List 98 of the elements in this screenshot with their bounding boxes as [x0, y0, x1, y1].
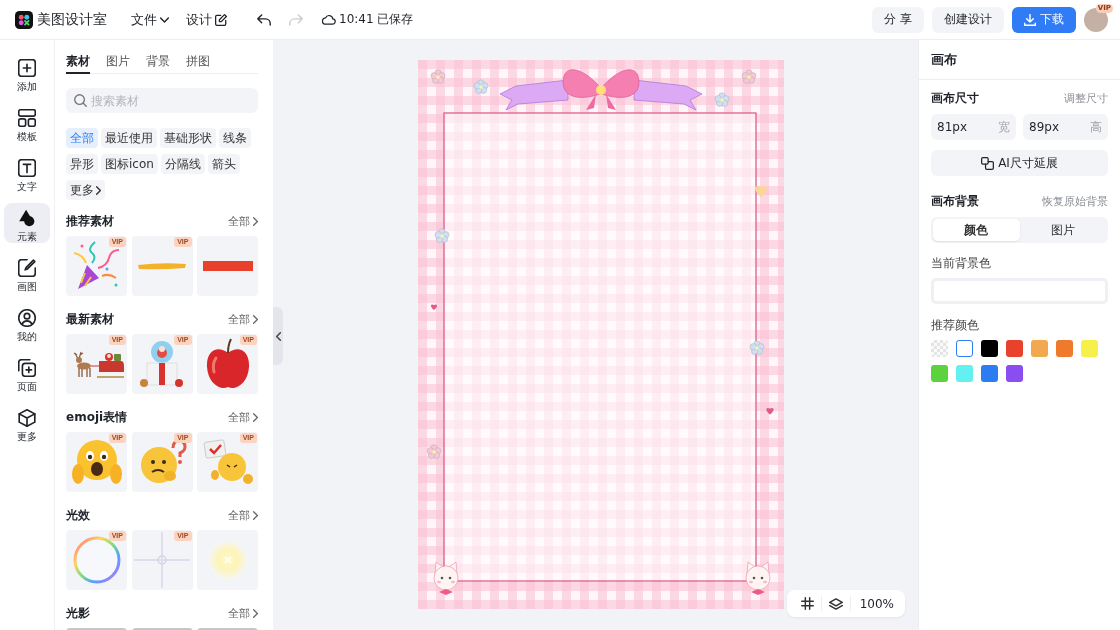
- layout-icon: [18, 109, 36, 127]
- transparent-swatch[interactable]: [931, 340, 948, 357]
- rail-item[interactable]: 添加: [4, 53, 50, 93]
- action-button[interactable]: 分 享: [872, 6, 924, 33]
- rail-item[interactable]: 模板: [4, 103, 50, 143]
- color-swatch[interactable]: [981, 365, 998, 382]
- segment-tab[interactable]: 颜色: [933, 219, 1020, 241]
- sparkle-drawing: [134, 532, 190, 588]
- brush-stroke-drawing: [138, 262, 186, 270]
- bubble-ring-drawing: [72, 536, 121, 584]
- rail-item[interactable]: 画图: [4, 253, 50, 293]
- section-title: 推荐素材: [66, 212, 114, 230]
- chevron-right-icon: [96, 185, 101, 195]
- chevron-down-icon: [160, 16, 169, 23]
- save-status: 10:41 已保存: [339, 11, 414, 28]
- size-field[interactable]: 89px 高: [1023, 114, 1108, 140]
- field-label: 推荐颜色: [931, 318, 980, 332]
- color-swatch[interactable]: [981, 340, 998, 357]
- menu-button[interactable]: 文件: [131, 10, 169, 29]
- download-icon: [1024, 13, 1036, 26]
- see-all-link[interactable]: 全部: [228, 311, 258, 327]
- undo-icon[interactable]: [257, 13, 271, 26]
- collapse-handle[interactable]: [273, 307, 283, 365]
- rail-item[interactable]: 我的: [4, 303, 50, 343]
- filter-chip[interactable]: 图标icon: [101, 154, 158, 174]
- search-icon: [74, 94, 87, 107]
- panel-tab[interactable]: 背景: [146, 50, 170, 74]
- chevron-right-icon: [253, 510, 258, 520]
- panel-title: 画布: [931, 50, 957, 69]
- color-swatch[interactable]: [931, 365, 948, 382]
- section-label: 画布背景: [931, 192, 979, 210]
- color-swatch[interactable]: [956, 340, 973, 357]
- segment-tab[interactable]: 图片: [1019, 219, 1106, 241]
- chevron-right-icon: [253, 608, 258, 618]
- asset-thumbnail[interactable]: [197, 236, 258, 296]
- section-title: 最新素材: [66, 310, 114, 328]
- color-swatch[interactable]: [1081, 340, 1098, 357]
- pen-square-icon: [18, 259, 36, 277]
- panel-tab[interactable]: 素材: [66, 50, 90, 74]
- color-swatch[interactable]: [1006, 365, 1023, 382]
- color-swatch[interactable]: [1031, 340, 1048, 357]
- filter-chip[interactable]: 最近使用: [101, 128, 157, 148]
- cloud-icon: [322, 14, 336, 25]
- filter-chip[interactable]: 异形: [66, 154, 98, 174]
- party-popper-drawing: [71, 241, 122, 291]
- color-swatch[interactable]: [956, 365, 973, 382]
- filter-chip[interactable]: 更多: [66, 180, 105, 200]
- app-name: 美图设计室: [37, 10, 107, 29]
- see-all-link[interactable]: 全部: [228, 507, 258, 523]
- panel-tab[interactable]: 拼图: [186, 50, 210, 74]
- chevron-left-icon: [275, 331, 281, 341]
- zoom-level[interactable]: 100%: [850, 596, 894, 611]
- resize-link[interactable]: 调整尺寸: [1064, 90, 1108, 106]
- rail-item[interactable]: 更多: [4, 403, 50, 443]
- size-field[interactable]: 81px 宽: [931, 114, 1016, 140]
- panel-tab[interactable]: 图片: [106, 50, 130, 74]
- section-label: 画布尺寸: [931, 89, 979, 107]
- ai-expand-button[interactable]: AI尺寸延展: [931, 150, 1108, 176]
- scared-face-drawing: [71, 438, 122, 486]
- filter-chip[interactable]: 全部: [66, 128, 98, 148]
- edit-icon: [215, 13, 227, 26]
- user-icon: [18, 309, 36, 327]
- see-all-link[interactable]: 全部: [228, 605, 258, 621]
- grid-icon[interactable]: [800, 597, 814, 610]
- section-title: emoji表情: [66, 408, 128, 426]
- see-all-link[interactable]: 全部: [228, 213, 258, 229]
- check-sign-face-drawing: [202, 439, 253, 485]
- action-button[interactable]: 创建设计: [932, 6, 1004, 33]
- filter-chip[interactable]: 箭头: [207, 154, 240, 174]
- rail-item[interactable]: 页面: [4, 353, 50, 393]
- text-icon: [18, 159, 36, 177]
- download-button[interactable]: 下载: [1012, 6, 1076, 33]
- filter-chip[interactable]: 基础形状: [160, 128, 216, 148]
- cube-icon: [18, 409, 36, 427]
- reset-background-link[interactable]: 恢复原始背景: [1042, 193, 1108, 209]
- resize-icon: [981, 156, 995, 170]
- see-all-link[interactable]: 全部: [228, 409, 258, 425]
- chevron-right-icon: [253, 314, 258, 324]
- rail-item[interactable]: 元素: [4, 203, 50, 243]
- page-plus-icon: [18, 359, 36, 377]
- layers-icon[interactable]: [828, 597, 843, 610]
- rail-item[interactable]: 文字: [4, 153, 50, 193]
- glow-drawing: [207, 540, 248, 580]
- chevron-right-icon: [253, 412, 258, 422]
- title-edit-button[interactable]: 设计: [186, 10, 227, 29]
- section-title: 光效: [66, 506, 90, 524]
- search-field[interactable]: 搜索素材: [66, 88, 258, 113]
- logo-icon: [15, 10, 33, 29]
- field-label: 当前背景色: [931, 256, 992, 270]
- color-swatch[interactable]: [1056, 340, 1073, 357]
- asset-thumbnail[interactable]: [197, 530, 258, 590]
- rectangle-bar-drawing: [202, 261, 253, 271]
- section-title: 光影: [66, 604, 90, 622]
- color-swatch[interactable]: [1006, 340, 1023, 357]
- shapes-icon: [18, 209, 36, 227]
- filter-chip[interactable]: 分隔线: [160, 154, 205, 174]
- chevron-right-icon: [253, 216, 258, 226]
- filter-chip[interactable]: 线条: [219, 128, 251, 148]
